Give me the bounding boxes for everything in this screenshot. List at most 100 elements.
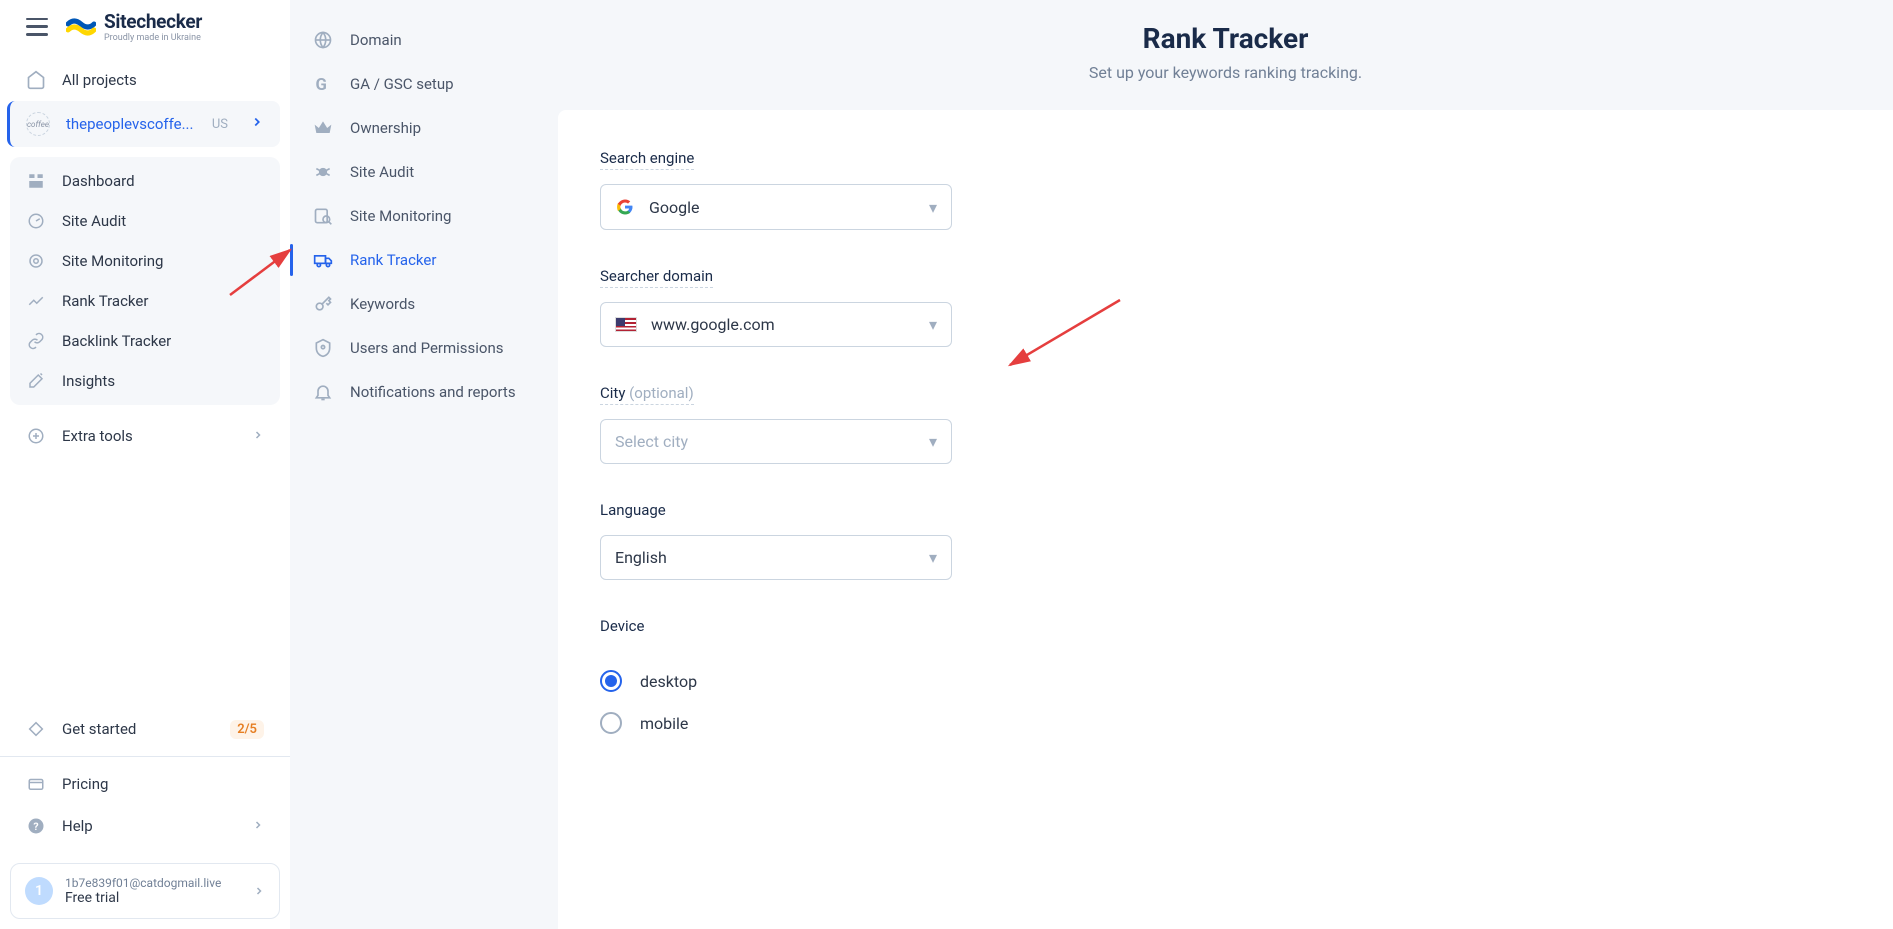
pricing-link[interactable]: Pricing — [10, 763, 280, 805]
progress-badge: 2/5 — [230, 720, 264, 739]
sidebar-item-insights[interactable]: Insights — [10, 361, 280, 401]
device-mobile-radio[interactable]: mobile — [600, 712, 1851, 734]
sidebar-item-label: Rank Tracker — [62, 292, 148, 310]
truck-icon — [312, 249, 334, 271]
caret-down-icon: ▾ — [929, 198, 937, 217]
logo-icon — [66, 16, 96, 38]
midnav-rank-tracker[interactable]: Rank Tracker — [290, 238, 558, 282]
midnav-label: GA / GSC setup — [350, 75, 454, 93]
google-icon: G — [312, 73, 334, 95]
all-projects-label: All projects — [62, 71, 137, 89]
home-icon — [26, 70, 46, 90]
searcher-domain-select[interactable]: www.google.com ▾ — [600, 302, 952, 347]
help-label: Help — [62, 817, 93, 835]
search-engine-select[interactable]: Google ▾ — [600, 184, 952, 230]
logo-title: Sitechecker — [104, 10, 202, 33]
help-link[interactable]: ? Help — [10, 805, 280, 847]
globe-icon — [312, 29, 334, 51]
svg-text:?: ? — [33, 820, 38, 833]
key-icon — [312, 293, 334, 315]
caret-down-icon: ▾ — [929, 548, 937, 567]
get-started-label: Get started — [62, 720, 136, 738]
all-projects-link[interactable]: All projects — [10, 59, 280, 101]
midnav-label: Domain — [350, 31, 402, 49]
chevron-right-icon — [252, 427, 264, 445]
avatar: 1 — [25, 877, 53, 905]
bug-icon — [312, 161, 334, 183]
search-engine-value: Google — [649, 198, 700, 217]
menu-toggle[interactable] — [26, 18, 48, 36]
language-label: Language — [600, 501, 666, 521]
city-label: City (optional) — [600, 384, 694, 405]
extra-tools-label: Extra tools — [62, 427, 133, 445]
sidebar-item-site-monitoring[interactable]: Site Monitoring — [10, 241, 280, 281]
language-select[interactable]: English ▾ — [600, 535, 952, 580]
midnav-label: Ownership — [350, 119, 421, 137]
svg-text:G: G — [316, 76, 327, 94]
diamond-icon — [26, 719, 46, 739]
gauge-icon — [26, 211, 46, 231]
project-name: thepeoplevscoffe... — [66, 115, 193, 133]
plus-circle-icon — [26, 426, 46, 446]
sidebar-item-label: Site Audit — [62, 212, 126, 230]
sidebar-item-label: Backlink Tracker — [62, 332, 171, 350]
us-flag-icon — [615, 317, 637, 332]
shield-icon — [312, 337, 334, 359]
crown-icon — [312, 117, 334, 139]
device-desktop-label: desktop — [640, 672, 697, 691]
logo-subtitle: Proudly made in Ukraine — [104, 33, 202, 43]
device-desktop-radio[interactable]: desktop — [600, 670, 1851, 692]
page-title: Rank Tracker — [558, 22, 1893, 55]
midnav-label: Users and Permissions — [350, 339, 504, 357]
search-page-icon — [312, 205, 334, 227]
midnav-ga-gsc[interactable]: G GA / GSC setup — [290, 62, 558, 106]
project-country: US — [212, 117, 228, 132]
midnav-ownership[interactable]: Ownership — [290, 106, 558, 150]
midnav-site-monitoring[interactable]: Site Monitoring — [290, 194, 558, 238]
sidebar-item-label: Insights — [62, 372, 115, 390]
midnav-users[interactable]: Users and Permissions — [290, 326, 558, 370]
sidebar-item-backlink[interactable]: Backlink Tracker — [10, 321, 280, 361]
help-icon: ? — [26, 816, 46, 836]
city-select[interactable]: Select city ▾ — [600, 419, 952, 464]
google-logo-icon — [615, 197, 635, 217]
caret-down-icon: ▾ — [929, 315, 937, 334]
searcher-domain-label: Searcher domain — [600, 267, 713, 288]
chevron-right-icon — [253, 882, 265, 901]
project-selector[interactable]: coffee thepeoplevscoffe... US — [7, 101, 280, 147]
wand-icon — [26, 371, 46, 391]
midnav-domain[interactable]: Domain — [290, 18, 558, 62]
pricing-label: Pricing — [62, 775, 108, 793]
chevron-right-icon — [250, 115, 264, 133]
searcher-domain-value: www.google.com — [651, 315, 775, 334]
search-engine-label: Search engine — [600, 149, 694, 170]
get-started-link[interactable]: Get started 2/5 — [10, 708, 280, 750]
sidebar-item-site-audit[interactable]: Site Audit — [10, 201, 280, 241]
card-icon — [26, 774, 46, 794]
midnav-site-audit[interactable]: Site Audit — [290, 150, 558, 194]
extra-tools-link[interactable]: Extra tools — [10, 415, 280, 457]
sidebar-item-label: Site Monitoring — [62, 252, 163, 270]
radio-unchecked-icon — [600, 712, 622, 734]
device-label: Device — [600, 617, 644, 637]
radar-icon — [26, 251, 46, 271]
sidebar-item-label: Dashboard — [62, 172, 135, 190]
midnav-label: Rank Tracker — [350, 251, 436, 269]
midnav-keywords[interactable]: Keywords — [290, 282, 558, 326]
account-email: 1b7e839f01@catdogmail.live — [65, 876, 221, 890]
midnav-label: Site Monitoring — [350, 207, 451, 225]
account-plan: Free trial — [65, 890, 221, 906]
logo[interactable]: Sitechecker Proudly made in Ukraine — [66, 10, 202, 43]
caret-down-icon: ▾ — [929, 432, 937, 451]
midnav-label: Keywords — [350, 295, 415, 313]
page-subtitle: Set up your keywords ranking tracking. — [558, 63, 1893, 82]
chart-icon — [26, 291, 46, 311]
radio-checked-icon — [600, 670, 622, 692]
sidebar-item-rank-tracker[interactable]: Rank Tracker — [10, 281, 280, 321]
bell-icon — [312, 381, 334, 403]
midnav-label: Notifications and reports — [350, 383, 516, 401]
account-card[interactable]: 1 1b7e839f01@catdogmail.live Free trial — [10, 863, 280, 919]
midnav-notifications[interactable]: Notifications and reports — [290, 370, 558, 414]
sidebar-item-dashboard[interactable]: Dashboard — [10, 161, 280, 201]
city-placeholder: Select city — [615, 432, 688, 451]
